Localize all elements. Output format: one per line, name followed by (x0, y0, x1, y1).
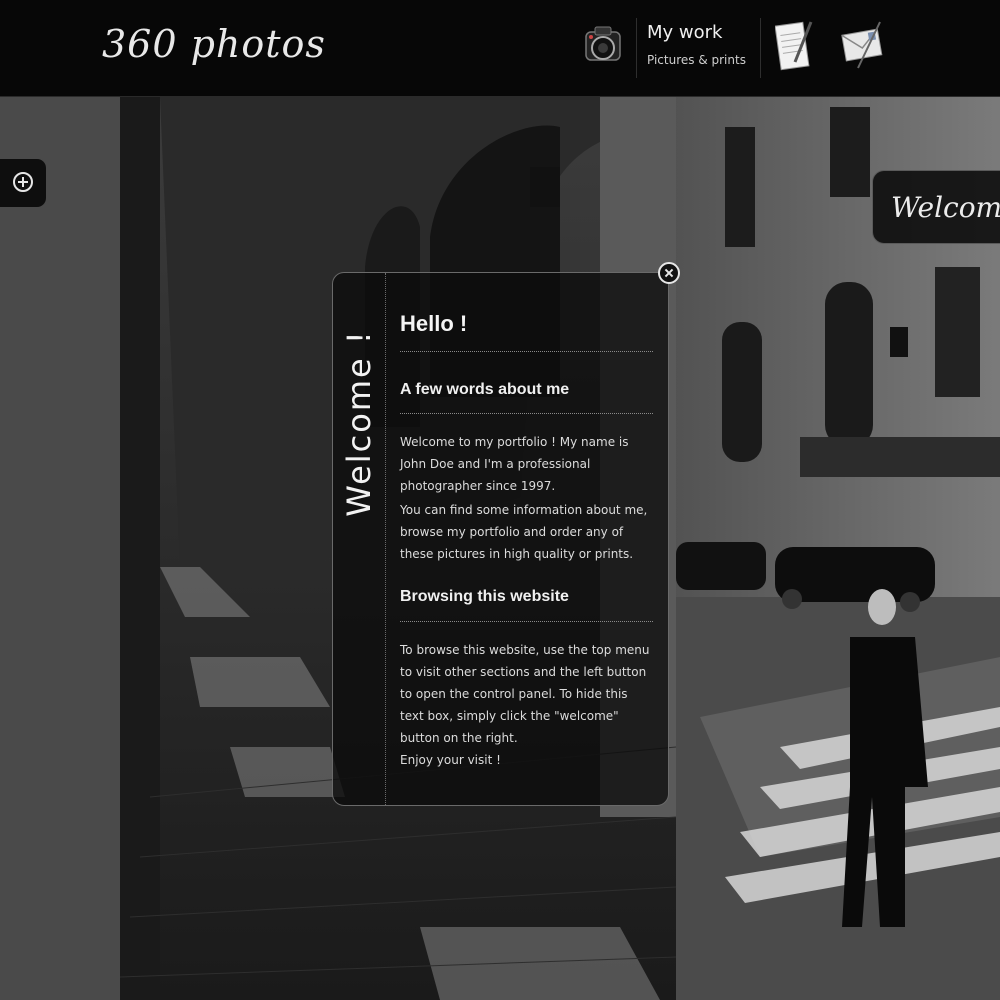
nav-my-work[interactable]: My work Pictures & prints (647, 22, 746, 67)
closing-paragraph: Enjoy your visit ! (400, 753, 501, 767)
dialog-sidebar: Welcome ! (333, 273, 386, 805)
dotted-divider (400, 621, 653, 622)
welcome-toggle-label: Welcome (891, 191, 1000, 224)
about-paragraph-2: You can find some information about me, … (400, 503, 648, 561)
browsing-paragraph: To browse this website, use the top menu… (400, 643, 650, 745)
welcome-toggle-button[interactable]: Welcome (872, 170, 1000, 244)
camera-icon[interactable] (583, 18, 623, 74)
about-paragraph-1: Welcome to my portfolio ! My name is Joh… (400, 435, 629, 493)
nav-divider (760, 18, 761, 78)
nav-divider (636, 18, 637, 78)
nav-my-work-title[interactable]: My work (647, 22, 746, 43)
notepad-icon[interactable] (774, 18, 815, 76)
welcome-dialog: Welcome ! Hello ! A few words about me W… (332, 272, 669, 806)
nav-my-work-subtitle[interactable]: Pictures & prints (647, 53, 746, 67)
dotted-divider (400, 351, 653, 352)
mail-icon[interactable] (840, 20, 884, 72)
dialog-hello-heading: Hello ! (400, 311, 468, 336)
browsing-section-title: Browsing this website (400, 588, 569, 605)
top-header: 360 photos My work Pictures & prints (0, 0, 1000, 97)
plus-circle-icon (13, 172, 33, 192)
close-icon[interactable] (658, 262, 680, 284)
dialog-side-title: Welcome ! (340, 329, 378, 517)
site-logo[interactable]: 360 photos (102, 22, 326, 66)
dotted-divider (400, 413, 653, 414)
control-panel-toggle-button[interactable] (0, 158, 47, 208)
about-section-title: A few words about me (400, 381, 570, 398)
